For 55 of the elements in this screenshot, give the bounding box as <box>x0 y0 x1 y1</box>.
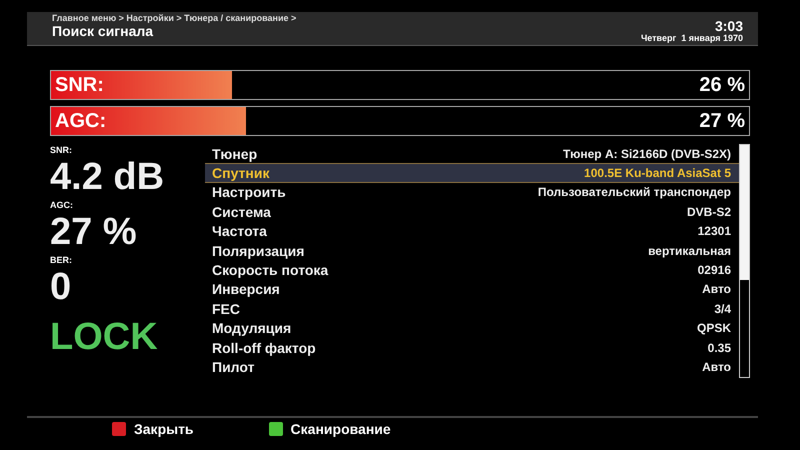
key-label[interactable]: Закрыть <box>134 421 194 437</box>
stat-label: BER: <box>50 255 73 265</box>
meter-label: SNR: <box>54 74 104 96</box>
setting-row[interactable]: Настроить Пользовательский транспондер <box>205 182 739 202</box>
setting-name: Система <box>212 204 271 220</box>
lock-status: LOCK <box>50 315 159 359</box>
stat-label: AGC: <box>50 200 74 210</box>
setting-name: Поляризация <box>212 242 304 259</box>
stat-value: 4.2 dB <box>50 155 166 199</box>
setting-row[interactable]: Скорость потока 02916 <box>205 260 739 280</box>
setting-name: Модуляция <box>212 320 292 336</box>
setting-name: Пилот <box>212 358 254 375</box>
clock-time: 3:03 <box>714 19 743 33</box>
setting-row[interactable]: Roll-off фактор 0.35 <box>205 338 739 358</box>
breadcrumb: Главное меню > Настройки > Тюнера / сканирование > <box>52 13 296 23</box>
setting-value: Авто <box>702 360 731 374</box>
setting-name: Скорость потока <box>212 262 328 278</box>
setting-row[interactable]: Спутник 100.5E Ku-band AsiaSat 5 <box>205 163 739 183</box>
setting-value: Авто <box>702 282 731 296</box>
setting-row[interactable]: Частота 12301 <box>205 222 739 241</box>
setting-row[interactable]: FEC 3/4 <box>205 299 739 319</box>
setting-row[interactable]: Инверсия Авто <box>205 280 739 300</box>
setting-value: 0.35 <box>708 340 731 355</box>
setting-name: FEC <box>212 300 240 317</box>
setting-value: DVB-S2 <box>686 204 731 219</box>
setting-name: Настроить <box>212 184 286 200</box>
stat-value: 27 % <box>50 210 138 254</box>
setting-name: Roll-off фактор <box>212 340 316 356</box>
date-text: Четверг 1 января 1970 <box>640 33 743 43</box>
meter-reading: 27 % <box>699 110 746 132</box>
meter-label: AGC: <box>54 110 106 132</box>
setting-value: QPSK <box>696 321 731 336</box>
setting-row[interactable]: Модуляция QPSK <box>205 318 739 338</box>
setting-value: 100.5E Ku-band AsiaSat 5 <box>584 166 731 180</box>
meter-reading: 26 % <box>699 74 746 96</box>
setting-row[interactable]: Тюнер Тюнер A: Si2166D (DVB-S2X) <box>205 144 739 164</box>
setting-name: Инверсия <box>212 281 280 298</box>
setting-value: 02916 <box>698 263 731 278</box>
setting-name: Тюнер <box>212 146 258 162</box>
setting-value: 12301 <box>698 224 731 238</box>
scrollbar[interactable] <box>739 144 750 378</box>
setting-row[interactable]: Поляризация вертикальная <box>205 240 739 260</box>
setting-name: Частота <box>212 223 267 240</box>
setting-row[interactable]: Пилот Авто <box>205 357 739 377</box>
screen-title: Поиск сигнала <box>52 23 154 39</box>
setting-value: Пользовательский транспондер <box>538 185 731 200</box>
setting-name: Спутник <box>212 165 270 182</box>
setting-row[interactable]: Система DVB-S2 <box>205 202 739 222</box>
setting-value: Тюнер A: Si2166D (DVB-S2X) <box>562 146 731 161</box>
key-label[interactable]: Сканирование <box>290 421 391 437</box>
scrollbar-thumb[interactable] <box>740 145 749 280</box>
setting-value: вертикальная <box>648 244 731 258</box>
setting-value: 3/4 <box>714 302 731 316</box>
stat-value: 0 <box>50 265 72 309</box>
stat-label: SNR: <box>50 145 73 155</box>
